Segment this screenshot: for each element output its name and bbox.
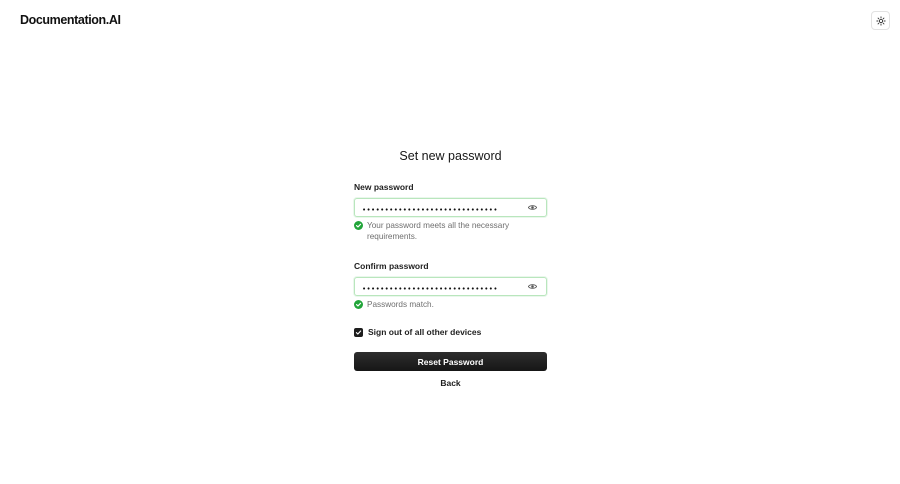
new-password-visibility-toggle[interactable]	[528, 204, 537, 211]
sun-icon	[875, 15, 886, 26]
checkmark-icon	[355, 329, 362, 335]
back-link[interactable]: Back	[354, 378, 547, 388]
check-circle-icon	[354, 300, 363, 309]
sign-out-checkbox-label[interactable]: Sign out of all other devices	[368, 327, 481, 337]
new-password-label: New password	[354, 182, 414, 192]
sign-out-checkbox[interactable]	[354, 327, 363, 337]
reset-password-button[interactable]: Reset Password	[354, 352, 547, 371]
new-password-input[interactable]	[355, 201, 546, 219]
reset-password-form: Set new password New password Your passw…	[354, 147, 547, 388]
theme-toggle-button[interactable]	[871, 11, 890, 30]
form-title: Set new password	[399, 149, 502, 163]
new-password-field-wrapper	[354, 198, 547, 219]
confirm-password-hint-text: Passwords match.	[367, 300, 434, 309]
page: Documentation.AI Set new password New pa…	[0, 0, 900, 484]
new-password-hint: Your password meets all the necessary re…	[354, 220, 547, 242]
confirm-password-hint: Passwords match.	[354, 299, 547, 310]
logo: Documentation.AI	[20, 13, 121, 27]
check-circle-icon	[354, 221, 363, 230]
confirm-password-label: Confirm password	[354, 261, 429, 271]
eye-icon	[528, 205, 537, 210]
sign-out-option: Sign out of all other devices	[354, 327, 547, 337]
eye-icon	[528, 284, 537, 289]
confirm-password-input[interactable]	[355, 280, 546, 298]
confirm-password-field-wrapper	[354, 277, 547, 298]
confirm-password-visibility-toggle[interactable]	[528, 283, 537, 290]
new-password-hint-text: Your password meets all the necessary re…	[367, 221, 510, 241]
